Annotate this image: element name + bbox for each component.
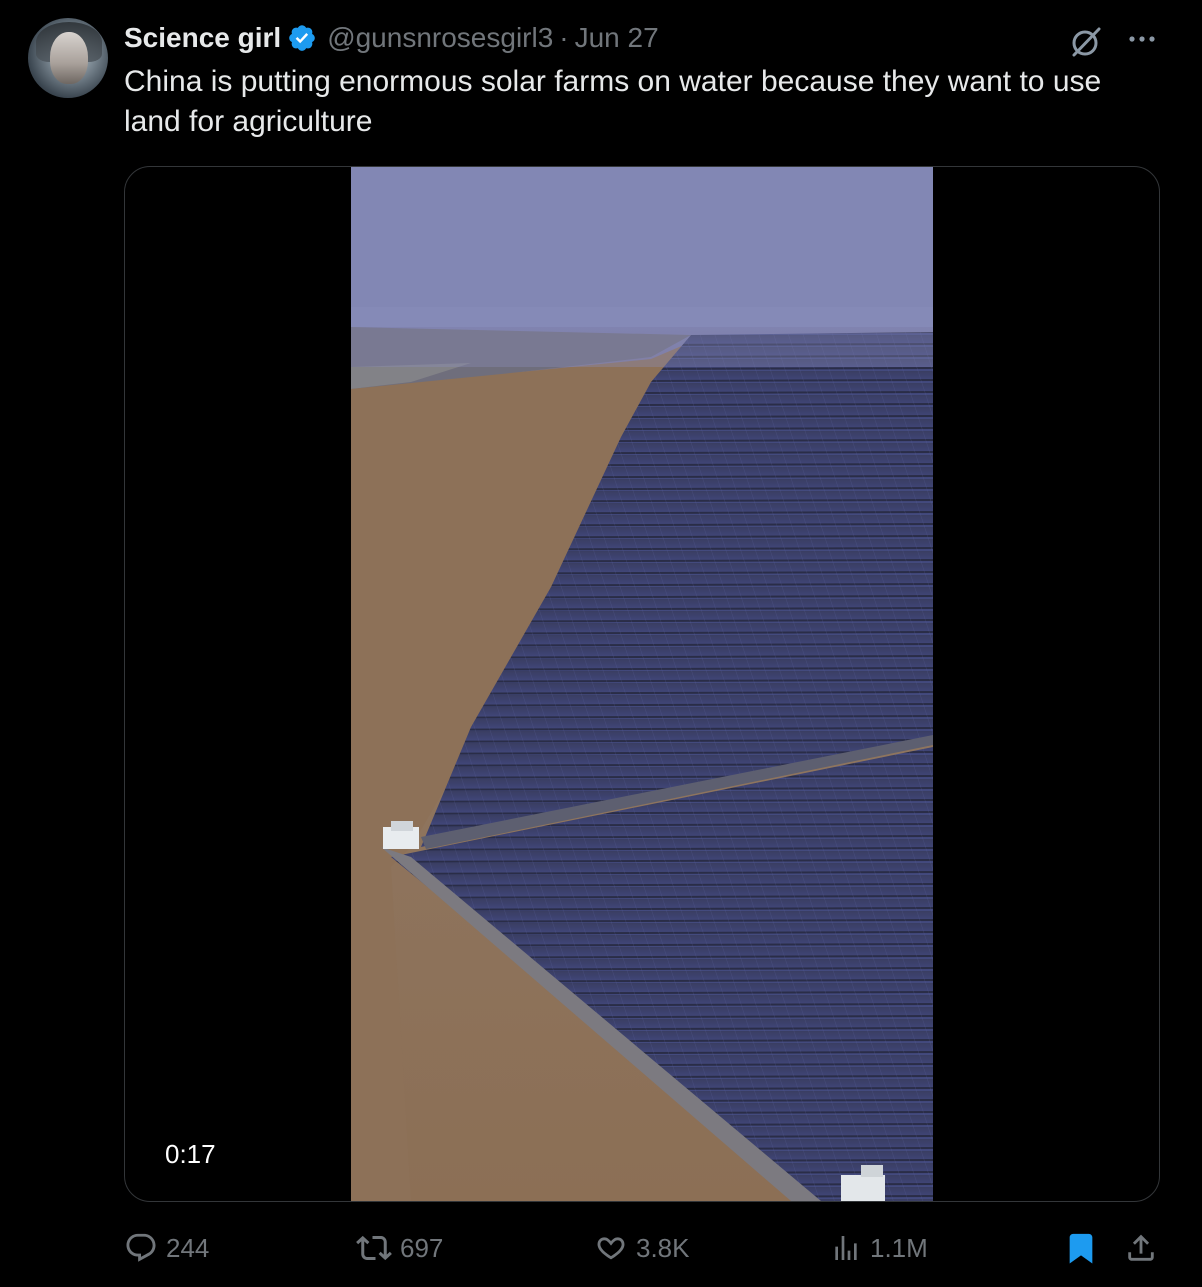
repost-button[interactable]: 697 bbox=[356, 1226, 443, 1270]
grok-icon[interactable] bbox=[1068, 24, 1104, 60]
tweet-header: Science girl @gunsnrosesgirl3 · Jun 27 bbox=[124, 20, 659, 56]
author-handle[interactable]: @gunsnrosesgirl3 bbox=[327, 22, 553, 54]
more-icon[interactable] bbox=[1124, 24, 1160, 54]
tweet-date[interactable]: Jun 27 bbox=[575, 22, 659, 54]
reply-button[interactable]: 244 bbox=[124, 1226, 209, 1270]
like-button[interactable]: 3.8K bbox=[594, 1226, 690, 1270]
verified-badge-icon[interactable] bbox=[287, 23, 317, 53]
share-button[interactable] bbox=[1124, 1226, 1166, 1270]
author-display-name[interactable]: Science girl bbox=[124, 22, 281, 54]
view-count: 1.1M bbox=[870, 1232, 928, 1263]
share-icon bbox=[1128, 1234, 1154, 1261]
reply-count: 244 bbox=[166, 1232, 210, 1263]
repost-icon bbox=[356, 1235, 392, 1261]
video-duration: 0:17 bbox=[165, 1139, 216, 1169]
tweet-actions: 244 697 3.8K 1.1M bbox=[124, 1226, 1164, 1270]
like-icon bbox=[597, 1237, 625, 1260]
repost-count: 697 bbox=[400, 1232, 444, 1263]
avatar-face bbox=[50, 32, 88, 84]
like-count: 3.8K bbox=[636, 1232, 690, 1263]
solar-farm-video-still bbox=[351, 167, 933, 1201]
reply-icon bbox=[126, 1233, 156, 1262]
video-frame[interactable] bbox=[351, 167, 933, 1201]
views-button[interactable]: 1.1M bbox=[830, 1226, 928, 1270]
header-separator: · bbox=[559, 22, 569, 53]
bookmark-icon bbox=[1069, 1233, 1093, 1264]
bookmark-button[interactable] bbox=[1064, 1226, 1106, 1270]
tweet-text: China is putting enormous solar farms on… bbox=[124, 65, 1102, 138]
author-avatar[interactable] bbox=[28, 18, 108, 98]
tweet-video[interactable]: 0:17 bbox=[124, 166, 1160, 1202]
views-icon bbox=[835, 1236, 857, 1260]
